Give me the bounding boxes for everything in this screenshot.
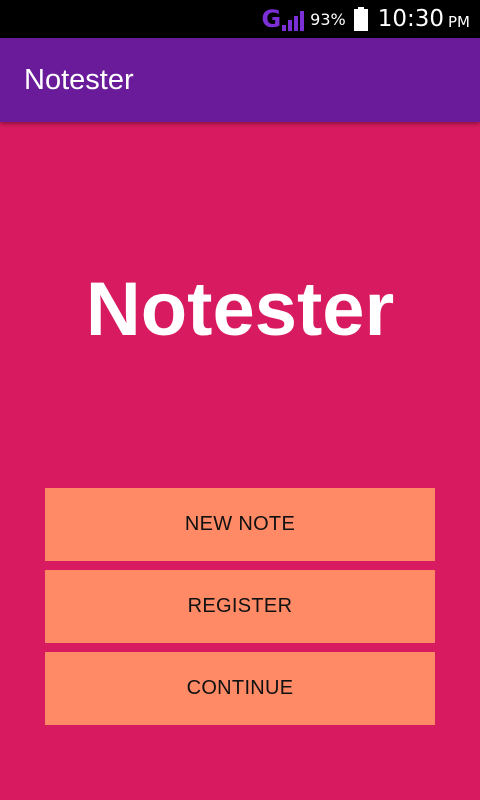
app-bar-title: Notester <box>24 63 134 96</box>
status-clock-ampm: PM <box>448 12 470 31</box>
register-button[interactable]: REGISTER <box>45 570 435 643</box>
status-clock: 10:30 <box>377 6 444 32</box>
battery-percent: 93% <box>310 9 346 29</box>
status-bar: G 93% 10:30 PM <box>0 0 480 38</box>
continue-button[interactable]: CONTINUE <box>45 652 435 725</box>
battery-icon <box>353 7 368 31</box>
new-note-button[interactable]: NEW NOTE <box>45 488 435 561</box>
signal-strength-icon <box>282 11 305 31</box>
hero-title: Notester <box>85 267 395 352</box>
app-bar: Notester <box>0 38 480 122</box>
network-indicator: G <box>261 5 305 33</box>
network-type-label: G <box>261 5 282 33</box>
